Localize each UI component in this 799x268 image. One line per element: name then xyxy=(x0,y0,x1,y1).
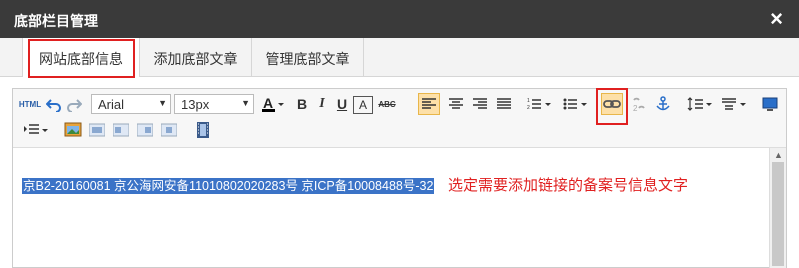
line-height-button[interactable] xyxy=(685,94,715,114)
outline-text-button[interactable]: A xyxy=(353,96,373,114)
image-align-left-icon[interactable] xyxy=(111,120,131,140)
svg-text:2: 2 xyxy=(527,105,530,111)
link-icon xyxy=(603,100,621,108)
align-right-button[interactable] xyxy=(470,94,490,114)
tab-website-footer-info[interactable]: 网站底部信息 xyxy=(22,38,140,77)
underline-button[interactable]: U xyxy=(333,94,351,114)
font-color-button[interactable]: A xyxy=(259,94,287,114)
unlink-icon[interactable]: 2 xyxy=(629,94,649,114)
tab-label: 网站底部信息 xyxy=(39,51,123,67)
scroll-up-icon[interactable]: ▲ xyxy=(774,150,783,160)
scrollbar-thumb[interactable] xyxy=(772,162,784,266)
font-family-value: Arial xyxy=(98,97,125,112)
ordered-list-button[interactable]: 12 xyxy=(525,94,555,114)
paragraph-spacing-button[interactable] xyxy=(719,94,749,114)
bold-button[interactable]: B xyxy=(293,94,311,114)
fullscreen-icon[interactable] xyxy=(761,94,779,114)
tab-manage-footer-articles[interactable]: 管理底部文章 xyxy=(252,38,364,76)
html-source-button[interactable]: HTML xyxy=(17,94,43,114)
editor-toolbar: HTML Arial ▼ 13px ▼ A B I U A ABC 1 2 2 xyxy=(13,89,786,148)
align-left-button[interactable] xyxy=(418,93,440,115)
tab-label: 添加底部文章 xyxy=(153,51,238,67)
tab-label: 管理底部文章 xyxy=(265,51,350,67)
font-size-value: 13px xyxy=(181,97,210,112)
align-center-button[interactable] xyxy=(446,94,466,114)
dialog-titlebar: 底部栏目管理 × xyxy=(0,0,799,38)
svg-text:1: 1 xyxy=(527,98,530,104)
image-align-center-icon[interactable] xyxy=(159,120,179,140)
strikethrough-button[interactable]: ABC xyxy=(375,94,399,114)
justify-button[interactable] xyxy=(494,94,514,114)
italic-button[interactable]: I xyxy=(313,94,331,114)
svg-text:2: 2 xyxy=(633,104,638,112)
indent-button[interactable] xyxy=(21,120,51,140)
font-family-select[interactable]: Arial ▼ xyxy=(91,94,171,114)
image-align-none-icon[interactable] xyxy=(87,120,107,140)
unordered-list-button[interactable] xyxy=(561,94,591,114)
close-icon[interactable]: × xyxy=(770,6,783,32)
dialog-title: 底部栏目管理 xyxy=(14,13,98,29)
editor-content-area[interactable]: 京B2-20160081 京公海网安备11010802020283号 京ICP备… xyxy=(13,148,770,268)
tab-bar: 网站底部信息 添加底部文章 管理底部文章 xyxy=(0,38,799,77)
redo-icon[interactable] xyxy=(65,94,83,114)
font-size-select[interactable]: 13px ▼ xyxy=(174,94,254,114)
vertical-scrollbar[interactable]: ▲ xyxy=(769,148,786,268)
chevron-down-icon: ▼ xyxy=(241,98,250,108)
insert-video-icon[interactable] xyxy=(193,120,213,140)
selected-text[interactable]: 京B2-20160081 京公海网安备11010802020283号 京ICP备… xyxy=(22,178,435,194)
chevron-down-icon: ▼ xyxy=(158,98,167,108)
insert-image-icon[interactable] xyxy=(63,120,83,140)
tab-add-footer-article[interactable]: 添加底部文章 xyxy=(140,38,252,76)
svg-text:A: A xyxy=(263,95,273,111)
undo-icon[interactable] xyxy=(45,94,63,114)
insert-link-button[interactable] xyxy=(601,93,623,115)
annotation-text: 选定需要添加链接的备案号信息文字 xyxy=(448,177,689,194)
image-align-right-icon[interactable] xyxy=(135,120,155,140)
anchor-icon[interactable] xyxy=(653,94,673,114)
